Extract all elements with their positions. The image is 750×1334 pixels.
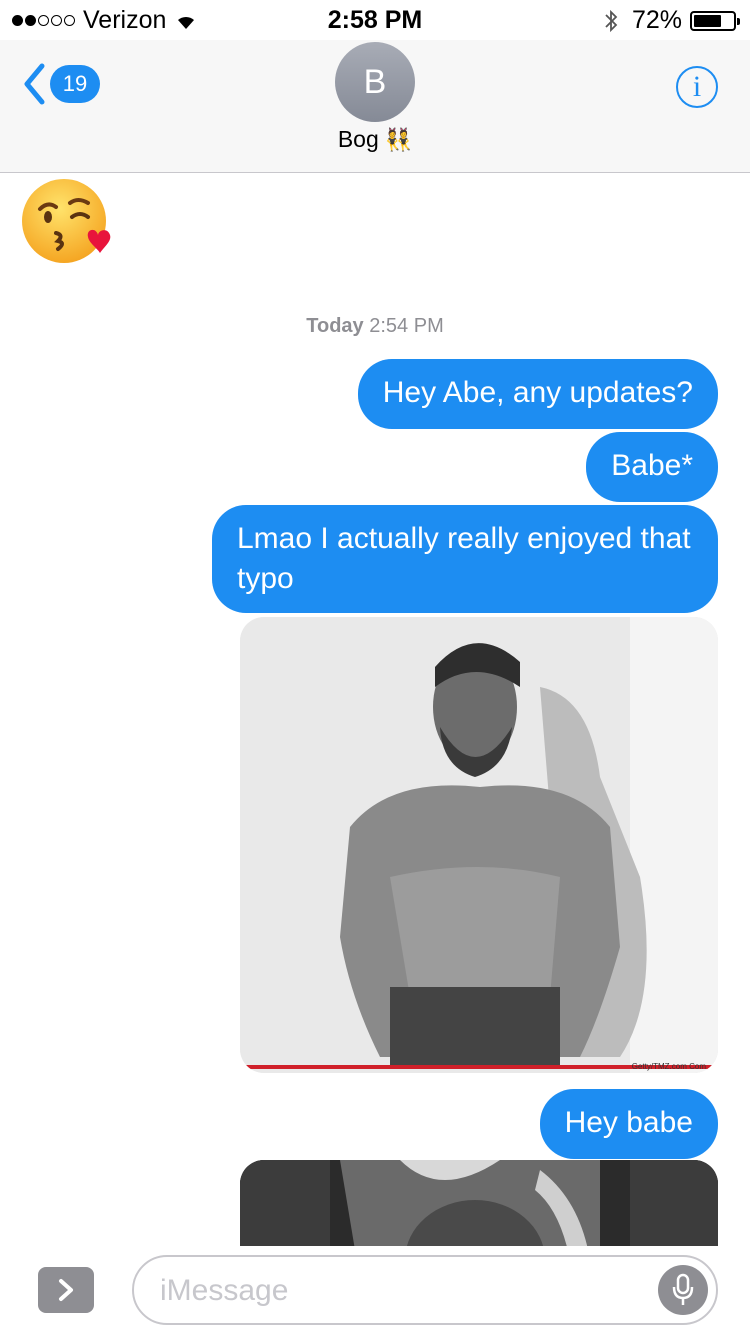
unread-count-badge: 19 <box>50 65 100 103</box>
avatar-initial: B <box>363 62 387 101</box>
photo-attachment[interactable]: Getty/TMZ.com Com <box>240 617 718 1073</box>
chevron-right-icon <box>59 1279 73 1301</box>
compose-bar <box>0 1246 750 1334</box>
microphone-icon <box>672 1273 694 1305</box>
back-button[interactable]: 19 <box>22 62 100 106</box>
battery-percent: 72% <box>631 6 682 34</box>
message-timestamp: Today 2:54 PM <box>0 315 750 338</box>
chevron-left-icon <box>24 63 45 105</box>
photo-credit: Getty/TMZ.com Com <box>631 1062 706 1071</box>
battery-icon <box>690 10 740 31</box>
lincoln-photo-partial <box>240 1160 718 1246</box>
timestamp-day: Today <box>306 315 364 337</box>
info-button[interactable]: i <box>676 66 718 108</box>
dictation-button[interactable] <box>658 1265 708 1315</box>
status-right: 72% <box>604 6 740 35</box>
conversation-header: 19 B Bog 👯 i <box>0 40 750 173</box>
timestamp-time: 2:54 PM <box>369 315 444 337</box>
message-thread[interactable]: Today 2:54 PM Hey Abe, any updates? Babe… <box>0 173 750 1246</box>
outgoing-message-bubble[interactable]: Hey babe <box>539 1089 718 1159</box>
shirtless-lincoln-photo <box>240 617 718 1073</box>
outgoing-message-bubble[interactable]: Hey Abe, any updates? <box>357 359 718 429</box>
bluetooth-icon <box>605 9 618 32</box>
expand-apps-button[interactable] <box>38 1267 94 1313</box>
photo-attachment[interactable] <box>240 1160 718 1246</box>
imessage-input[interactable] <box>158 1269 642 1313</box>
message-field[interactable] <box>132 1255 718 1325</box>
dancers-emoji: 👯 <box>384 126 413 152</box>
outgoing-message-bubble[interactable]: Lmao I actually really enjoyed that typo <box>212 505 718 613</box>
outgoing-message-bubble[interactable]: Babe* <box>586 432 718 502</box>
status-bar: Verizon 2:58 PM 72% <box>0 0 750 40</box>
contact-avatar[interactable]: B <box>335 42 415 122</box>
face-blowing-kiss-icon[interactable] <box>18 175 114 271</box>
contact-name: Bog <box>337 126 379 152</box>
contact-name-row[interactable]: Bog 👯 <box>0 126 750 153</box>
info-icon: i <box>692 70 702 103</box>
